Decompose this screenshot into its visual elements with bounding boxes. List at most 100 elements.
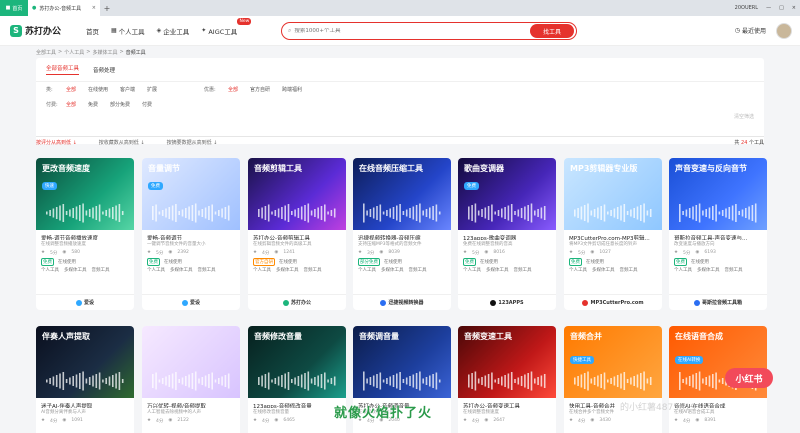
home-tab[interactable]: ■ 首页 — [0, 0, 28, 16]
filter-option[interactable]: 官方自研 — [250, 86, 270, 93]
provider-logo-icon — [75, 299, 82, 306]
sort-by-summary[interactable]: 按摘要数据从高到低 ↓ — [167, 139, 218, 146]
new-tab-button[interactable]: + — [100, 4, 114, 13]
tool-title[interactable]: MP3CutterPro.com-MP3剪辑... — [564, 230, 662, 240]
star-icon: ★ — [41, 250, 46, 255]
tool-thumbnail[interactable]: 更改音频速度 快速 — [36, 158, 134, 230]
tab-audio-processing[interactable]: 音频处理 — [93, 66, 115, 74]
xiaohongshu-watermark-logo: 小红书 — [725, 368, 773, 388]
tool-provider[interactable]: 苏打办公 — [248, 294, 346, 310]
tool-card[interactable]: 在线音频压缩工具 迅捷视频转换器-音频压缩 支持压缩MP3等格式的音频文件 ★ 3… — [353, 158, 451, 310]
avatar[interactable] — [776, 23, 792, 39]
nav-aigc-tools[interactable]: ✦ AIGC工具 New — [201, 17, 252, 36]
tool-card[interactable]: 更改音频速度 快速 爱畅-调节音频播放速度 在线调整音频播放速度 ★ 5分 ◉ 580… — [36, 158, 134, 310]
waveform-graphic — [258, 203, 336, 223]
tool-card[interactable]: 歌曲变调器 免费 123apps-歌曲变调器 免费在线调整音频的音高 ★ 5分 ◉ 8… — [458, 158, 556, 310]
tool-title[interactable]: 哥斯拉音频工具-声音变速与... — [669, 230, 767, 240]
tool-thumbnail[interactable]: 音频修改音量 — [248, 326, 346, 398]
filter-option[interactable]: 免费 — [88, 101, 98, 108]
tool-card[interactable]: 声音变速与反向音节 哥斯拉音频工具-声音变速与... 改变速度与播放方向 ★ 5分… — [669, 158, 767, 310]
tool-card[interactable]: 音频剪辑工具 苏打办公-音频剪辑工具 在线剪辑音频文件的高级工具 ★ 4分 ◉ 12… — [248, 158, 346, 310]
recent-used-button[interactable]: ◷ 最近使用 — [735, 26, 766, 35]
tab-close-icon[interactable]: × — [92, 5, 96, 11]
breadcrumb-item[interactable]: 个人工具 — [64, 49, 84, 56]
tool-thumbnail[interactable]: MP3剪辑器专业版 — [564, 158, 662, 230]
tool-card[interactable]: 音频修改音量 123apps-音频修改音量 在线修改音频音量 ★ 4分 ◉ 6465 — [248, 326, 346, 433]
filter-option[interactable]: 付费 — [142, 101, 152, 108]
provider-logo-icon — [380, 299, 387, 306]
tool-provider[interactable]: 哥斯拉音频工具箱 — [669, 294, 767, 310]
filter-option[interactable]: 扩展 — [147, 86, 157, 93]
filter-option[interactable]: 在线使用 — [88, 86, 108, 93]
tool-card[interactable]: 音频变速工具 苏打办公-音频变速工具 在线调整音频速度 ★ 4分 ◉ 2647 — [458, 326, 556, 433]
sort-by-favorites[interactable]: 按收藏数从高到低 ↓ — [99, 139, 145, 146]
tool-thumbnail[interactable]: 音频剪辑工具 — [248, 158, 346, 230]
filter-option[interactable]: 全部 — [66, 86, 76, 93]
tool-thumbnail[interactable]: 声音变速与反向音节 — [669, 158, 767, 230]
sort-by-rating[interactable]: 按评分从高到低 ↓ — [36, 139, 77, 146]
window-close-button[interactable]: × — [792, 5, 796, 11]
price-tag: 部分免费 — [358, 258, 380, 266]
logo[interactable]: S 苏打办公 — [10, 24, 80, 37]
tool-thumbnail[interactable]: 音频合并 快捷工具 — [564, 326, 662, 398]
active-tab[interactable]: ● 苏打办公-音频工具 × — [28, 0, 100, 16]
screen: { "browser": { "home_tab": "首页", "active… — [0, 0, 800, 433]
filter-option[interactable]: 部分免费 — [110, 101, 130, 108]
tool-thumbnail[interactable] — [142, 326, 240, 398]
tool-count: 共 24 个工具 — [734, 140, 764, 146]
tool-card[interactable]: MP3剪辑器专业版 MP3CutterPro.com-MP3剪辑... 将MP3… — [564, 158, 662, 310]
eye-icon: ◉ — [379, 250, 384, 255]
tool-provider[interactable]: 123APPS — [458, 294, 556, 310]
tool-provider[interactable]: 爱设 — [142, 294, 240, 310]
tool-tags: 官方自研 在线使用 — [248, 257, 346, 267]
tool-description: 一键调节音频文件的音量大小 — [147, 242, 206, 247]
search-input[interactable] — [294, 28, 530, 34]
tool-title[interactable]: 爱畅-调节音频播放速度 — [36, 230, 134, 240]
tool-thumbnail[interactable]: 音频变速工具 — [458, 326, 556, 398]
tool-thumbnail[interactable]: 在线音频压缩工具 — [353, 158, 451, 230]
breadcrumb-item[interactable]: 全部工具 — [36, 49, 56, 56]
tool-card[interactable]: 伴奏人声提取 迷子AI-伴奏人声提取 AI音频分离伴奏与人声 ★ 4分 ◉ 1091 — [36, 326, 134, 433]
tab-all-audio[interactable]: 全部音频工具 — [46, 64, 80, 75]
tool-card[interactable]: 万兴优转-视频/音频提取 人工智能去除视频中的人声 ★ 4分 ◉ 2122 — [142, 326, 240, 433]
tool-title[interactable]: 苏打办公-音频变速工具 — [458, 398, 556, 408]
tool-card[interactable]: 音量调节 免费 爱畅-音频调节 一键调节音频文件的音量大小 ★ 5分 ◉ 2392 免… — [142, 158, 240, 310]
tool-categories: 个人工具 多媒体工具 音频工具 — [463, 268, 532, 273]
tool-thumbnail[interactable]: 歌曲变调器 免费 — [458, 158, 556, 230]
search-button[interactable]: 找工具 — [530, 24, 574, 38]
thumbnail-tag: 在线AI转换 — [675, 356, 704, 364]
price-tag: 免费 — [674, 258, 687, 266]
tool-card[interactable]: 音频合并 快捷工具 快用工具-音频合并 在线合并多个音频文件 ★ 4分 ◉ 3430 — [564, 326, 662, 433]
filter-option[interactable]: 客户端 — [120, 86, 135, 93]
nav-personal-tools[interactable]: ▦ 个人工具 — [111, 26, 145, 36]
filter-option[interactable]: 全部 — [66, 101, 76, 108]
tool-meta: ★ 5分 ◉ 8016 — [463, 250, 505, 256]
tool-title[interactable]: 123apps-音频修改音量 — [248, 398, 346, 408]
tool-thumbnail[interactable]: 音频调音量 — [353, 326, 451, 398]
tool-thumbnail[interactable]: 音量调节 免费 — [142, 158, 240, 230]
nav-home[interactable]: 首页 — [86, 26, 99, 36]
usage-tag: 在线使用 — [58, 260, 76, 265]
tool-provider[interactable]: 爱设 — [36, 294, 134, 310]
breadcrumb-item[interactable]: 多媒体工具 — [92, 49, 117, 56]
star-icon: ★ — [569, 418, 574, 423]
eye-icon: ◉ — [274, 418, 279, 423]
browser-user[interactable]: 20OUERL — [735, 5, 758, 11]
filter-option[interactable]: 全部 — [228, 86, 238, 93]
tool-provider[interactable]: 迅捷视频转换器 — [353, 294, 451, 310]
tool-title[interactable]: 迅捷视频转换器-音频压缩 — [353, 230, 451, 240]
tool-thumbnail[interactable]: 伴奏人声提取 — [36, 326, 134, 398]
usage-tag: 在线使用 — [480, 260, 498, 265]
window-maximize-button[interactable]: □ — [779, 5, 784, 11]
thumbnail-title: 音量调节 — [148, 164, 180, 173]
reset-filters-button[interactable]: 清空筛选 — [734, 113, 754, 120]
tool-provider[interactable]: MP3CutterPro.com — [564, 294, 662, 310]
filter-option[interactable]: 跨端福利 — [282, 86, 302, 93]
tool-title[interactable]: 迷子AI-伴奏人声提取 — [36, 398, 134, 408]
window-minimize-button[interactable]: — — [766, 5, 771, 11]
tool-title[interactable]: 苏打办公-音频剪辑工具 — [248, 230, 346, 240]
tool-title[interactable]: 爱畅-音频调节 — [142, 230, 240, 240]
tool-title[interactable]: 万兴优转-视频/音频提取 — [142, 398, 240, 408]
tool-title[interactable]: 123apps-歌曲变调器 — [458, 230, 556, 240]
nav-enterprise-tools[interactable]: ◈ 企业工具 — [157, 26, 190, 36]
